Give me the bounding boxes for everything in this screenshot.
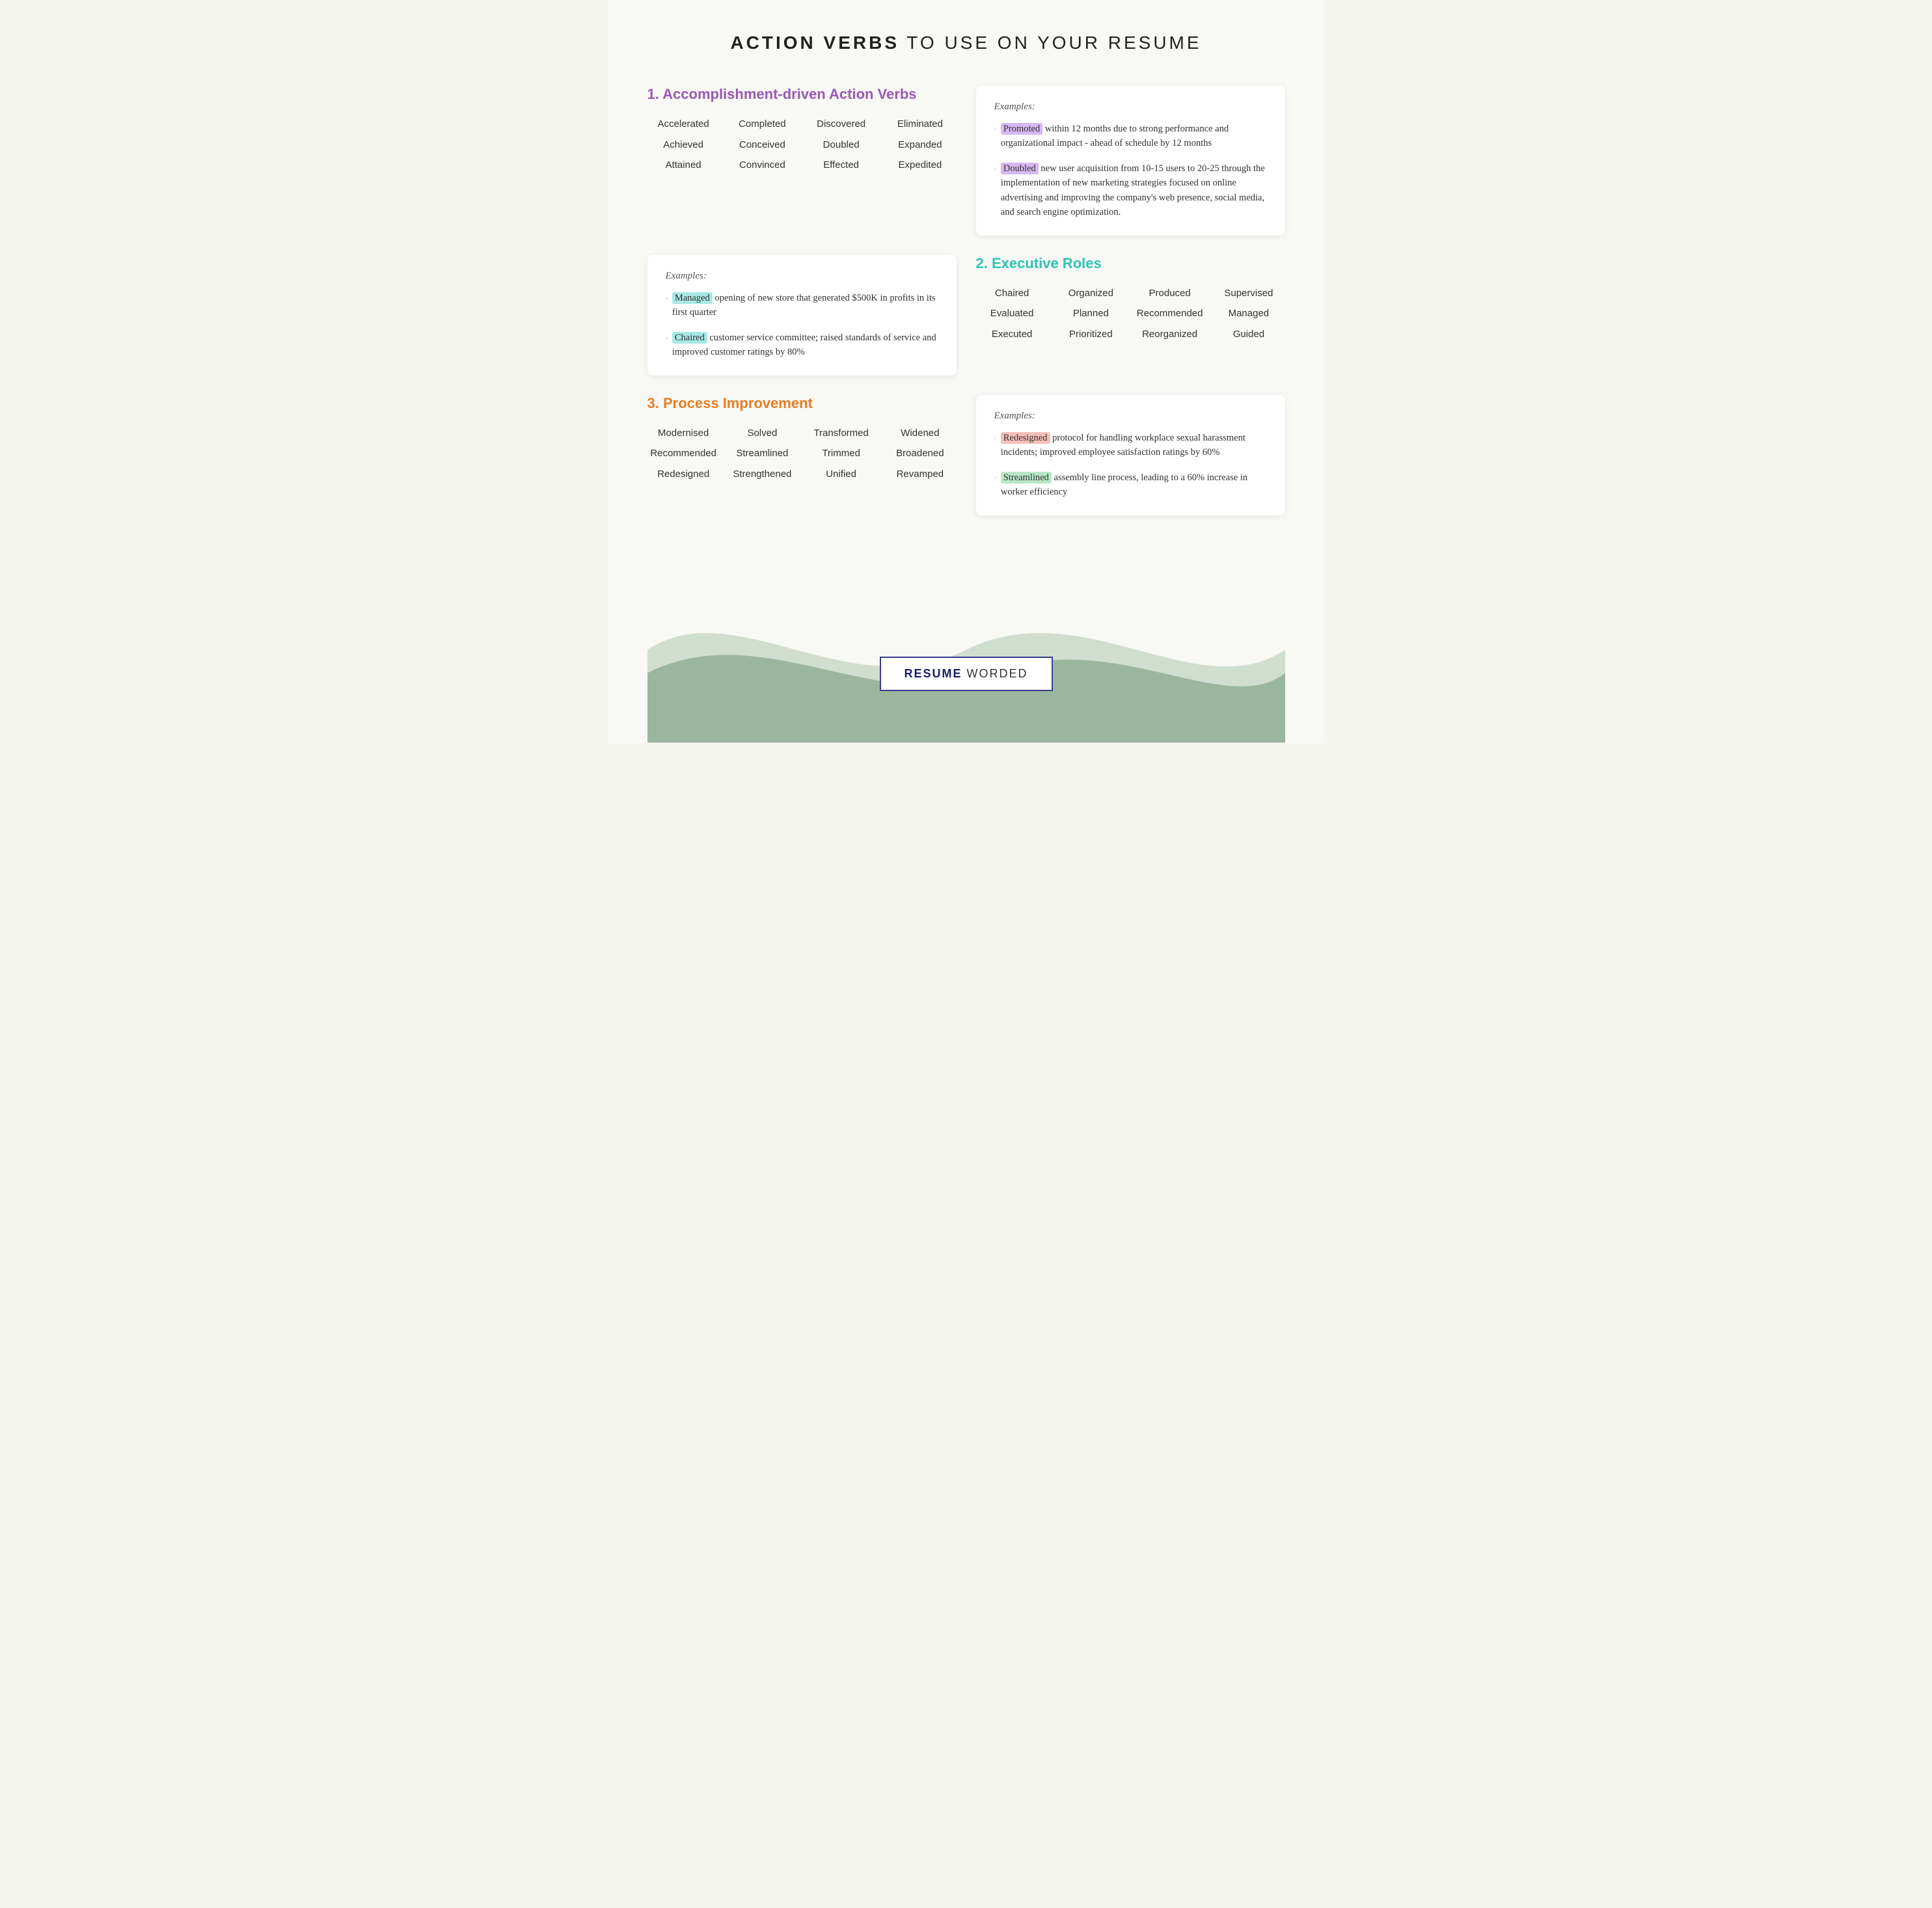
logo-container: RESUME WORDED <box>879 657 1052 691</box>
example-label-3: Examples: <box>994 411 1267 422</box>
highlight-redesigned: Redesigned <box>1001 432 1050 444</box>
bullet-6: · <box>994 472 997 485</box>
example-item-4: · Chaired customer service committee; ra… <box>666 331 938 360</box>
section1-example-left: Examples: · Managed opening of new store… <box>647 255 957 375</box>
highlight-managed: Managed <box>672 292 713 304</box>
section1-word-grid: Accelerated Completed Discovered Elimina… <box>647 116 957 174</box>
example-item-5: · Redesigned protocol for handling workp… <box>994 431 1267 460</box>
example-item-3: · Managed opening of new store that gene… <box>666 291 938 320</box>
section3-word-grid: Modernised Solved Transformed Widened Re… <box>647 425 957 483</box>
bullet-4: · <box>666 332 668 345</box>
example-item-2: · Doubled new user acquisition from 10-1… <box>994 161 1267 220</box>
section1-example-right: Examples: · Promoted within 12 months du… <box>976 86 1285 236</box>
section3-left: 3. Process Improvement Modernised Solved… <box>647 395 957 515</box>
example-item-6: · Streamlined assembly line process, lea… <box>994 470 1267 500</box>
example-label-1: Examples: <box>994 102 1267 113</box>
logo-rest: WORDED <box>962 667 1028 680</box>
example-box-2: Examples: · Managed opening of new store… <box>647 255 957 375</box>
highlight-doubled: Doubled <box>1001 163 1039 174</box>
wave-section: RESUME WORDED <box>647 535 1285 743</box>
title-bold: ACTION VERBS <box>730 33 899 53</box>
section2-title: 2. Executive Roles <box>976 255 1285 272</box>
highlight-chaired: Chaired <box>672 332 707 344</box>
example-box-3: Examples: · Redesigned protocol for hand… <box>976 395 1285 515</box>
bullet-5: · <box>994 432 997 445</box>
title-rest: TO USE ON YOUR RESUME <box>899 33 1202 53</box>
highlight-promoted: Promoted <box>1001 123 1042 135</box>
highlight-streamlined: Streamlined <box>1001 472 1052 484</box>
bullet-2: · <box>994 163 997 176</box>
section3-title: 3. Process Improvement <box>647 395 957 412</box>
bullet-1: · <box>994 123 997 136</box>
section2-word-grid: Chaired Organized Produced Supervised Ev… <box>976 285 1285 343</box>
example-item-1: · Promoted within 12 months due to stron… <box>994 122 1267 151</box>
logo-bold: RESUME <box>904 667 962 680</box>
example-box-1: Examples: · Promoted within 12 months du… <box>976 86 1285 236</box>
section1-title: 1. Accomplishment-driven Action Verbs <box>647 86 957 103</box>
logo-box: RESUME WORDED <box>879 657 1052 691</box>
page-title: ACTION VERBS TO USE ON YOUR RESUME <box>647 33 1285 53</box>
section3-example-right: Examples: · Redesigned protocol for hand… <box>976 395 1285 515</box>
wave-decoration <box>647 557 1285 743</box>
example-label-2: Examples: <box>666 271 938 282</box>
bullet-3: · <box>666 292 668 305</box>
section2-right: 2. Executive Roles Chaired Organized Pro… <box>976 255 1285 375</box>
section1-left: 1. Accomplishment-driven Action Verbs Ac… <box>647 86 957 236</box>
